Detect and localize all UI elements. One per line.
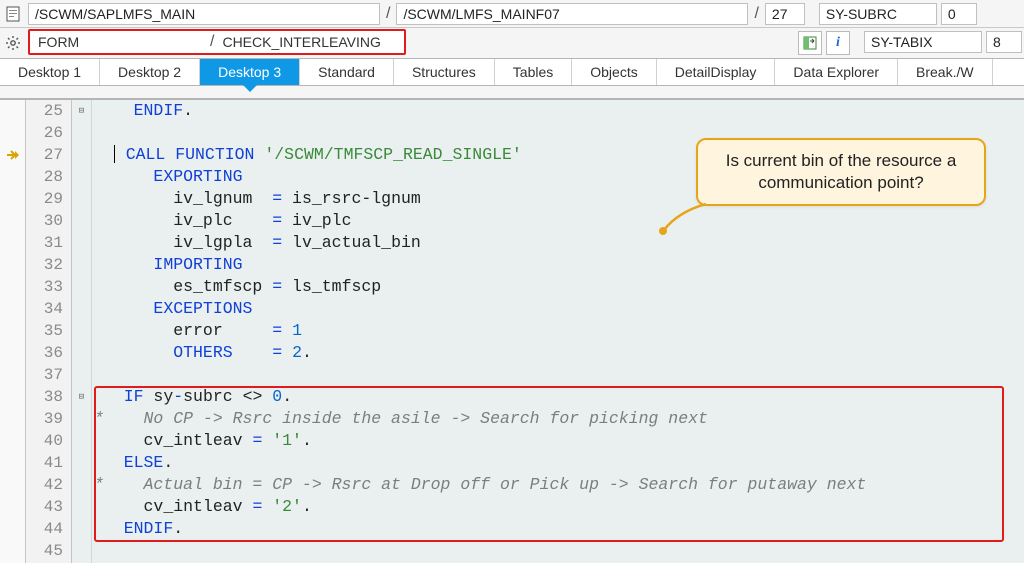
line-number[interactable]: 31 [26,232,71,254]
code-line[interactable]: es_tmfscp = ls_tmfscp [92,276,1024,298]
fold-gutter [72,320,91,342]
code-line[interactable] [92,364,1024,386]
fold-gutter [72,342,91,364]
code-line[interactable]: EXCEPTIONS [92,298,1024,320]
fold-gutter [72,518,91,540]
tab-standard[interactable]: Standard [300,59,394,85]
watch-var2-value: 8 [986,31,1022,53]
fold-gutter [72,496,91,518]
info-icon[interactable]: i [826,31,850,55]
tab-strip: Desktop 1Desktop 2Desktop 3StandardStruc… [0,58,1024,86]
tab-desktop-3[interactable]: Desktop 3 [200,59,300,85]
line-number[interactable]: 43 [26,496,71,518]
line-number[interactable]: 32 [26,254,71,276]
code-line[interactable]: iv_plc = iv_plc [92,210,1024,232]
fold-gutter [72,430,91,452]
line-number[interactable]: 42 [26,474,71,496]
line-number[interactable]: 34 [26,298,71,320]
line-number[interactable]: 37 [26,364,71,386]
fold-gutter [72,144,91,166]
slash-separator: / [382,0,394,27]
slash-separator: / [206,31,218,53]
form-type-field[interactable]: FORM [30,31,206,53]
header-row: /SCWM/SAPLMFS_MAIN / /SCWM/LMFS_MAINF07 … [0,0,1024,28]
subroutine-field-group: FORM / CHECK_INTERLEAVING [28,29,406,55]
include-field[interactable]: /SCWM/LMFS_MAINF07 [396,3,748,25]
code-line[interactable]: cv_intleav = '1'. [92,430,1024,452]
tab-tables[interactable]: Tables [495,59,572,85]
line-number-field[interactable]: 27 [765,3,805,25]
gear-icon[interactable] [0,28,26,58]
tab-detaildisplay[interactable]: DetailDisplay [657,59,776,85]
fold-gutter [72,452,91,474]
layout-icon[interactable] [798,31,822,55]
code-line[interactable]: ENDIF. [92,100,1024,122]
line-number[interactable]: 26 [26,122,71,144]
tab-data-explorer[interactable]: Data Explorer [775,59,898,85]
watch-var2-name[interactable]: SY-TABIX [864,31,982,53]
fold-gutter [72,408,91,430]
line-number[interactable]: 28 [26,166,71,188]
code-line[interactable] [92,540,1024,562]
fold-gutter [72,364,91,386]
code-editor[interactable]: 2526272829303132333435363738394041424344… [0,100,1024,563]
fold-gutter [72,474,91,496]
line-number[interactable]: 36 [26,342,71,364]
slash-separator: / [750,0,762,27]
line-number[interactable]: 41 [26,452,71,474]
code-line[interactable]: * Actual bin = CP -> Rsrc at Drop off or… [92,474,1024,496]
code-line[interactable]: error = 1 [92,320,1024,342]
line-number[interactable]: 27 [26,144,71,166]
fold-gutter [72,210,91,232]
code-line[interactable]: ENDIF. [92,518,1024,540]
tab-break-w[interactable]: Break./W [898,59,993,85]
fold-gutter [72,188,91,210]
watch-var1-value: 0 [941,3,977,25]
fold-gutter [72,166,91,188]
fold-toggle-icon[interactable]: ⊟ [72,100,91,122]
tab-objects[interactable]: Objects [572,59,656,85]
tab-desktop-2[interactable]: Desktop 2 [100,59,200,85]
fold-toggle-icon[interactable]: ⊟ [72,386,91,408]
form-name-field[interactable]: CHECK_INTERLEAVING [218,31,404,53]
fold-gutter [72,122,91,144]
tab-structures[interactable]: Structures [394,59,495,85]
fold-gutter [72,254,91,276]
line-number[interactable]: 39 [26,408,71,430]
line-number[interactable]: 40 [26,430,71,452]
fold-gutter [72,298,91,320]
line-number[interactable]: 29 [26,188,71,210]
main-program-field[interactable]: /SCWM/SAPLMFS_MAIN [28,3,380,25]
code-line[interactable]: ELSE. [92,452,1024,474]
line-number[interactable]: 33 [26,276,71,298]
fold-gutter [72,232,91,254]
fold-gutter [72,276,91,298]
code-line[interactable]: IF sy-subrc <> 0. [92,386,1024,408]
code-line[interactable]: iv_lgpla = lv_actual_bin [92,232,1024,254]
subroutine-row: FORM / CHECK_INTERLEAVING i SY-TABIX 8 [0,28,1024,58]
line-number[interactable]: 25 [26,100,71,122]
tab-desktop-1[interactable]: Desktop 1 [0,59,100,85]
line-number[interactable]: 38 [26,386,71,408]
watch-var1-name[interactable]: SY-SUBRC [819,3,937,25]
line-number[interactable]: 35 [26,320,71,342]
line-number[interactable]: 44 [26,518,71,540]
line-number[interactable]: 30 [26,210,71,232]
execution-pointer-icon [0,144,25,166]
line-number[interactable]: 45 [26,540,71,562]
annotation-callout: Is current bin of the resource a communi… [696,138,986,206]
fold-gutter [72,540,91,562]
code-line[interactable]: IMPORTING [92,254,1024,276]
program-doc-icon [0,0,26,27]
code-line[interactable]: OTHERS = 2. [92,342,1024,364]
code-line[interactable]: cv_intleav = '2'. [92,496,1024,518]
code-line[interactable]: * No CP -> Rsrc inside the asile -> Sear… [92,408,1024,430]
